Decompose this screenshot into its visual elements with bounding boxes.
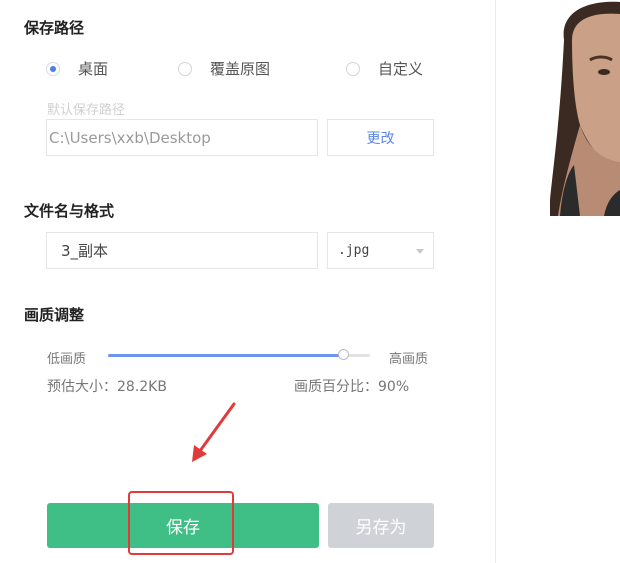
portrait-photo-icon bbox=[550, 0, 620, 216]
filename-value: 3_副本 bbox=[61, 242, 109, 260]
default-path-hint: 默认保存路径 bbox=[47, 103, 126, 118]
save-settings-panel: 保存路径 桌面 覆盖原图 自定义 默认保存路径 C:\Users\xxb\Des… bbox=[0, 0, 495, 563]
high-quality-label: 高画质 bbox=[389, 352, 429, 367]
low-quality-label: 低画质 bbox=[47, 352, 87, 367]
radio-custom-label: 自定义 bbox=[378, 60, 424, 78]
radio-unchecked-icon bbox=[178, 61, 192, 76]
quality-title: 画质调整 bbox=[24, 306, 85, 324]
slider-thumb[interactable] bbox=[337, 349, 349, 360]
image-preview bbox=[550, 0, 620, 216]
save-path-value: C:\Users\xxb\Desktop bbox=[49, 128, 211, 147]
estimated-size: 预估大小：28.2KB bbox=[47, 379, 167, 395]
radio-checked-icon bbox=[46, 61, 60, 76]
radio-unchecked-icon bbox=[346, 61, 360, 76]
radio-overwrite[interactable]: 覆盖原图 bbox=[178, 58, 270, 79]
format-select[interactable]: .jpg bbox=[327, 232, 434, 269]
format-value: .jpg bbox=[338, 243, 370, 258]
radio-desktop-label: 桌面 bbox=[78, 60, 109, 78]
radio-custom[interactable]: 自定义 bbox=[346, 58, 423, 79]
slider-fill bbox=[108, 354, 344, 357]
save-path-title: 保存路径 bbox=[24, 19, 85, 37]
quality-percent: 画质百分比：90% bbox=[294, 379, 410, 395]
save-button[interactable]: 保存 bbox=[47, 503, 319, 548]
file-title: 文件名与格式 bbox=[24, 202, 115, 220]
annotation-arrow-icon bbox=[192, 402, 236, 462]
save-path-field[interactable]: C:\Users\xxb\Desktop bbox=[46, 119, 318, 156]
save-as-button[interactable]: 另存为 bbox=[328, 503, 434, 548]
radio-overwrite-label: 覆盖原图 bbox=[210, 60, 271, 78]
filename-input[interactable]: 3_副本 bbox=[46, 232, 318, 269]
change-path-button[interactable]: 更改 bbox=[327, 119, 434, 156]
radio-desktop[interactable]: 桌面 bbox=[46, 58, 108, 79]
quality-slider[interactable] bbox=[108, 348, 370, 362]
chevron-down-icon bbox=[416, 249, 424, 254]
panel-divider bbox=[495, 0, 496, 563]
